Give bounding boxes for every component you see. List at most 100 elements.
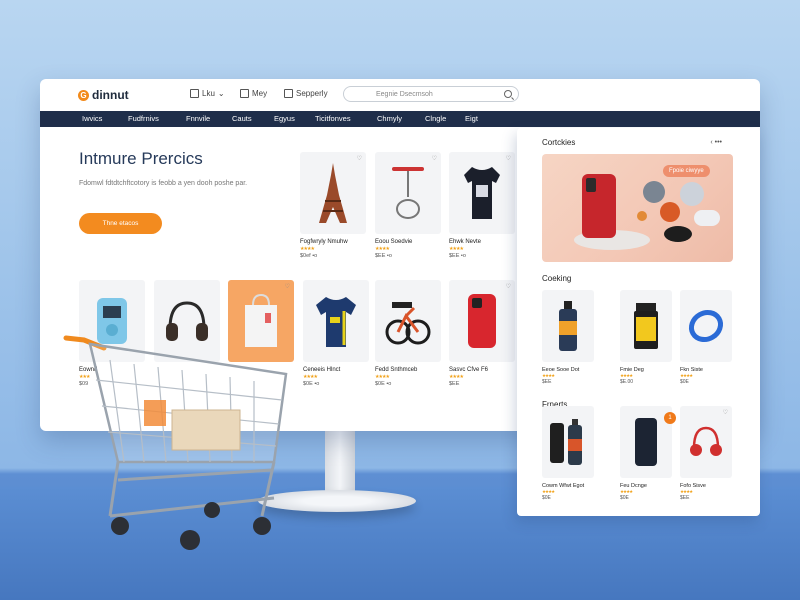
product-name: Fedd Snthmceb — [375, 367, 418, 373]
phone-case-icon — [635, 418, 657, 466]
search-icon[interactable] — [504, 90, 512, 98]
product-card[interactable]: ♡ Ehwk Nevte ★★★★ $EE •o — [449, 152, 515, 259]
header-item-1[interactable]: Lku ⌄ — [190, 89, 225, 98]
hero-cta-button[interactable]: Thne etacos — [79, 213, 162, 234]
logo-text: dinnut — [92, 88, 129, 102]
product-price: $EE — [542, 379, 552, 385]
product-price: $0E — [620, 495, 629, 501]
product-price: $EE •o — [449, 253, 466, 259]
lock-icon — [190, 89, 199, 98]
product-card[interactable]: 1 Feu Dcnge ★★★★ $0E — [620, 406, 676, 501]
search-placeholder: Eegnie Dsecmsoh — [376, 90, 433, 98]
header-item-label: Lku — [202, 89, 215, 98]
shopping-cart-illustration — [63, 335, 288, 550]
product-card[interactable]: Eeoe Sooe Dot ★★★★ $EE — [542, 290, 594, 385]
product-price: $EE •o — [375, 253, 392, 259]
supplement-jar-icon — [634, 303, 658, 349]
rating-stars: ★★★★ — [375, 374, 390, 380]
badge-icon: 1 — [664, 412, 676, 424]
eiffel-tower-icon — [319, 163, 347, 223]
tshirt-icon — [464, 167, 500, 219]
product-card[interactable]: ♡ Eoou Soedvie ★★★★ $EE •o — [375, 152, 441, 259]
section-title: Coeking — [542, 274, 572, 283]
hero-title: Intmure Prercics — [79, 149, 203, 168]
section-title: Cortckies — [542, 138, 576, 147]
rating-stars: ★★★★ — [449, 246, 464, 252]
rating-stars: ★★★★ — [300, 246, 315, 252]
nav-item[interactable]: Iwvics — [82, 114, 102, 123]
product-card[interactable]: Fmie Deg ★★★★ $E.00 — [620, 290, 672, 385]
header-item-3[interactable]: Sepperly — [284, 89, 328, 98]
product-price: $0E •o — [303, 381, 320, 387]
nav-item[interactable]: Fnnvile — [186, 114, 210, 123]
heart-icon[interactable]: ♡ — [357, 155, 362, 162]
product-price: $0E •o — [375, 381, 392, 387]
product-image: ♡ — [300, 152, 366, 234]
product-price: $E.00 — [620, 379, 634, 385]
product-card[interactable]: ♡ Sasvc Cfve F6 ★★★★ $EE — [449, 280, 515, 387]
nav-item[interactable]: Fudfrnivs — [128, 114, 159, 123]
product-card[interactable]: ♡ Fofo Sisve ★★★★ $EE — [680, 406, 732, 501]
product-name: Sasvc Cfve F6 — [449, 367, 489, 373]
product-image — [680, 290, 732, 362]
heart-icon[interactable]: ♡ — [506, 155, 511, 162]
product-price: $0E — [542, 495, 551, 501]
search-input[interactable]: Eegnie Dsecmsoh — [343, 86, 519, 102]
product-price: $EE — [680, 495, 690, 501]
heart-icon[interactable]: ♡ — [432, 155, 437, 162]
headphones-icon — [690, 426, 722, 456]
product-card[interactable]: Cowm Wfwt Egot ★★★★ $0E — [542, 406, 594, 501]
product-name: Ehwk Nevte — [449, 239, 482, 245]
product-name: Ceneeis Hlnct — [303, 367, 341, 373]
header-item-label: Sepperly — [296, 89, 328, 98]
tag-icon — [240, 89, 249, 98]
product-image: ♡ — [449, 280, 515, 362]
nav-item[interactable]: Cauts — [232, 114, 252, 123]
product-card[interactable]: ♡ Fogfwryly Nmuhw ★★★★ $0ef •o — [300, 152, 366, 259]
category-nav: Iwvics Fudfrnivs Fnnvile Cauts Egyus Tic… — [40, 111, 760, 127]
product-image: ♡ — [375, 152, 441, 234]
logo[interactable]: G dinnut — [78, 88, 129, 102]
product-name: Eoou Soedvie — [375, 239, 413, 245]
carousel-arrows[interactable]: ‹ ••• — [710, 139, 722, 146]
product-card[interactable]: Ceneeis Hlnct ★★★★ $0E •o — [303, 280, 369, 387]
phone-and-bottle-icon — [550, 419, 582, 465]
phone-case-icon — [468, 294, 496, 348]
water-bottle-icon — [559, 301, 577, 351]
nav-item[interactable]: Eigt — [465, 114, 478, 123]
rating-stars: ★★★★ — [449, 374, 464, 380]
nav-item[interactable]: Clngle — [425, 114, 446, 123]
header-item-2[interactable]: Mey — [240, 89, 267, 98]
top-bar: G dinnut Lku ⌄ Mey Sepperly Eegnie Dsecm… — [40, 79, 760, 111]
heart-icon[interactable]: ♡ — [506, 283, 511, 290]
heart-icon[interactable]: ♡ — [285, 283, 290, 290]
product-price: $0E — [680, 379, 689, 385]
corkscrew-icon — [392, 167, 424, 219]
product-image — [375, 280, 441, 362]
header-item-label: Mey — [252, 89, 268, 98]
product-name: Fogfwryly Nmuhw — [300, 239, 348, 245]
product-card[interactable]: Fkn Siste ★★★★ $0E — [680, 290, 732, 385]
hero-subtitle: Fdomwl fdtdtchftcotory is feobb a yen do… — [79, 180, 248, 187]
nav-item[interactable]: Egyus — [274, 114, 295, 123]
product-image — [542, 290, 594, 362]
product-image: ♡ — [449, 152, 515, 234]
promo-banner[interactable]: Fpoie ciwyye — [542, 154, 733, 262]
nav-item[interactable]: Chmyly — [377, 114, 402, 123]
rating-stars: ★★★★ — [375, 246, 390, 252]
logo-mark-icon: G — [78, 89, 89, 101]
banner-tag: Fpoie ciwyye — [663, 165, 710, 177]
heart-icon[interactable]: ♡ — [723, 409, 728, 416]
featured-panel: Cortckies ‹ ••• Fpoie ciwyye Coeking Eeo… — [517, 128, 760, 516]
product-image — [542, 406, 594, 478]
bicycle-icon — [385, 302, 431, 345]
product-image: ♡ — [680, 406, 732, 478]
fitness-band-icon — [688, 309, 724, 343]
nav-item[interactable]: Ticitfonves — [315, 114, 351, 123]
product-price: $EE — [449, 381, 460, 387]
product-image: 1 — [620, 406, 676, 478]
product-image — [620, 290, 672, 362]
support-icon — [284, 89, 293, 98]
product-image — [303, 280, 369, 362]
product-card[interactable]: Fedd Snthmceb ★★★★ $0E •o — [375, 280, 441, 387]
